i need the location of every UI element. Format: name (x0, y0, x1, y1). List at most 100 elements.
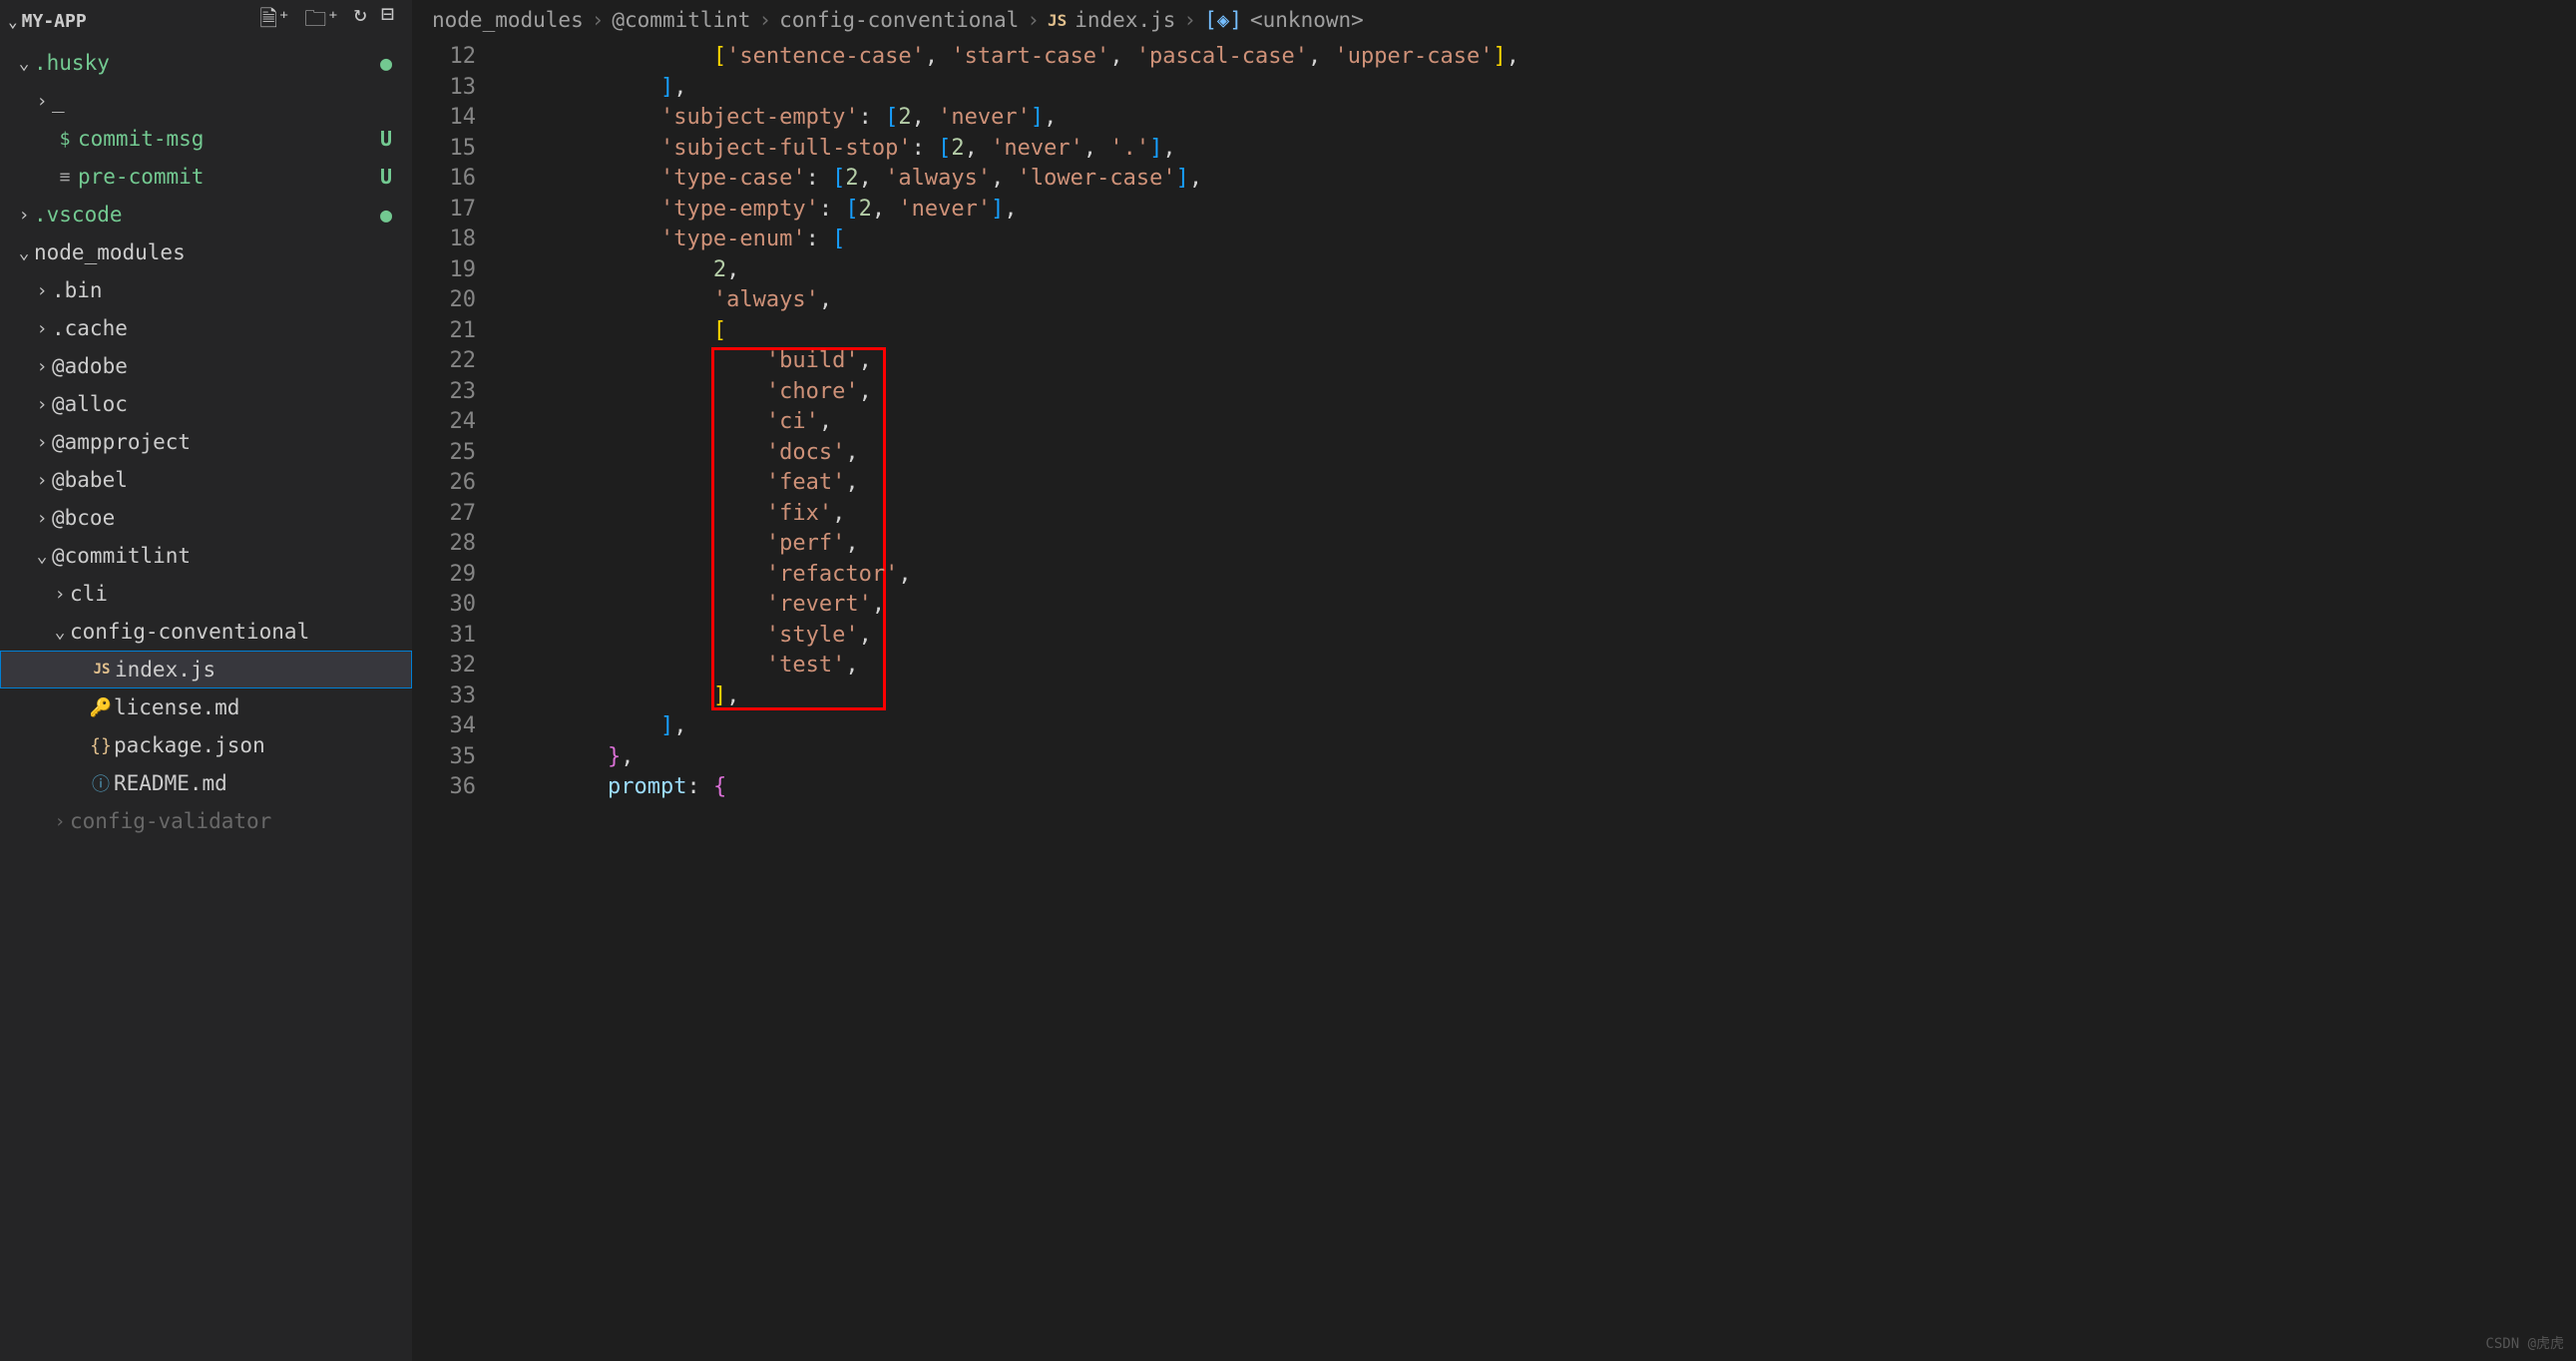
tree-item[interactable]: ›@ampproject (0, 423, 412, 461)
line-number: 31 (412, 621, 476, 652)
tree-item-label: @ampproject (52, 430, 191, 454)
file-icon: {} (88, 735, 114, 756)
tree-item-label: commit-msg (78, 127, 204, 151)
breadcrumb-symbol[interactable]: <unknown> (1250, 8, 1364, 32)
tree-item-label: package.json (114, 733, 265, 757)
tree-item[interactable]: ⌄.husky● (0, 44, 412, 82)
tree-item-label: .cache (52, 316, 128, 340)
line-number: 23 (412, 377, 476, 408)
code-line: ], (502, 711, 2576, 742)
refresh-icon[interactable]: ↻ (354, 2, 367, 40)
git-status-badge: U (380, 127, 392, 151)
code-line: 'refactor', (502, 560, 2576, 591)
tree-item-label: @alloc (52, 392, 128, 416)
code-line: ['sentence-case', 'start-case', 'pascal-… (502, 42, 2576, 73)
chevron-right-icon: › (50, 584, 70, 605)
chevron-right-icon: › (758, 8, 771, 32)
tree-item-label: _ (52, 89, 65, 113)
breadcrumb-file[interactable]: index.js (1074, 8, 1175, 32)
chevron-right-icon: › (32, 280, 52, 301)
line-number: 34 (412, 711, 476, 742)
tree-item-label: pre-commit (78, 165, 204, 189)
chevron-right-icon: › (592, 8, 605, 32)
line-number: 24 (412, 407, 476, 438)
code-line: ], (502, 681, 2576, 712)
chevron-right-icon: › (1027, 8, 1040, 32)
tree-item[interactable]: ⓘREADME.md (0, 764, 412, 802)
tree-item-label: README.md (114, 771, 227, 795)
chevron-right-icon: › (32, 470, 52, 491)
chevron-down-icon: ⌄ (32, 546, 52, 567)
line-number: 36 (412, 772, 476, 803)
chevron-right-icon: › (14, 205, 34, 226)
line-number: 20 (412, 285, 476, 316)
tree-item[interactable]: ›@bcoe (0, 499, 412, 537)
chevron-right-icon: › (1183, 8, 1196, 32)
chevron-right-icon: › (32, 91, 52, 112)
breadcrumb-part[interactable]: config-conventional (779, 8, 1019, 32)
tree-item-label: cli (70, 582, 108, 606)
tree-item[interactable]: ›.cache (0, 309, 412, 347)
chevron-right-icon: › (32, 394, 52, 415)
tree-item[interactable]: JSindex.js (0, 651, 412, 688)
tree-item-label: node_modules (34, 240, 186, 264)
tree-item[interactable]: ›.vscode● (0, 196, 412, 233)
tree-item[interactable]: ›@adobe (0, 347, 412, 385)
code-line: 'subject-full-stop': [2, 'never', '.'], (502, 134, 2576, 165)
code-line: 'type-enum': [ (502, 225, 2576, 255)
tree-item[interactable]: ⌄@commitlint (0, 537, 412, 575)
code-line: prompt: { (502, 772, 2576, 803)
line-number: 25 (412, 438, 476, 469)
tree-item[interactable]: $commit-msgU (0, 120, 412, 158)
line-number: 30 (412, 590, 476, 621)
tree-item[interactable]: ›_ (0, 82, 412, 120)
tree-item-label: config-validator (70, 809, 271, 833)
tree-item[interactable]: {}package.json (0, 726, 412, 764)
new-folder-icon[interactable]: 🗀⁺ (304, 2, 339, 40)
code-line: 'type-case': [2, 'always', 'lower-case']… (502, 164, 2576, 195)
collapse-icon[interactable]: ⊟ (381, 2, 394, 40)
breadcrumb-part[interactable]: node_modules (432, 8, 584, 32)
code-line: 'chore', (502, 377, 2576, 408)
code-line: 'always', (502, 285, 2576, 316)
chevron-right-icon: › (32, 318, 52, 339)
tree-item[interactable]: 🔑license.md (0, 688, 412, 726)
breadcrumb[interactable]: node_modules › @commitlint › config-conv… (412, 0, 2576, 40)
line-number: 26 (412, 468, 476, 499)
code-line: 'perf', (502, 529, 2576, 560)
tree-item[interactable]: ≡pre-commit U (0, 158, 412, 196)
code-line: 2, (502, 255, 2576, 286)
breadcrumb-part[interactable]: @commitlint (612, 8, 750, 32)
file-icon: ≡ (52, 167, 78, 188)
line-number: 21 (412, 316, 476, 347)
tree-item-label: index.js (115, 658, 215, 681)
tree-item-label: @bcoe (52, 506, 115, 530)
tree-item-label: .husky (34, 51, 110, 75)
explorer-header: ⌄ MY-APP 🗎⁺ 🗀⁺ ↻ ⊟ (0, 0, 412, 42)
tree-item-label: license.md (114, 695, 239, 719)
tree-item[interactable]: ›.bin (0, 271, 412, 309)
tree-item[interactable]: ›@babel (0, 461, 412, 499)
line-number: 14 (412, 103, 476, 134)
code-line: 'feat', (502, 468, 2576, 499)
code-line: 'fix', (502, 499, 2576, 530)
code-line: }, (502, 742, 2576, 773)
code-line: [ (502, 316, 2576, 347)
tree-item[interactable]: ⌄node_modules (0, 233, 412, 271)
symbol-icon: [◈] (1204, 8, 1242, 32)
line-number: 28 (412, 529, 476, 560)
project-title[interactable]: ⌄ MY-APP (8, 11, 259, 32)
code-area[interactable]: 1213141516171819202122232425262728293031… (412, 40, 2576, 1361)
tree-item[interactable]: ›@alloc (0, 385, 412, 423)
line-number: 35 (412, 742, 476, 773)
line-number: 15 (412, 134, 476, 165)
code-content[interactable]: ['sentence-case', 'start-case', 'pascal-… (502, 40, 2576, 1361)
chevron-down-icon: ⌄ (14, 242, 34, 263)
tree-item[interactable]: ›cli (0, 575, 412, 613)
tree-item[interactable]: ›config-validator (0, 802, 412, 840)
js-icon: JS (1048, 11, 1067, 30)
line-number: 29 (412, 560, 476, 591)
new-file-icon[interactable]: 🗎⁺ (259, 2, 290, 40)
tree-item[interactable]: ⌄config-conventional (0, 613, 412, 651)
git-status-badge: U (380, 165, 392, 189)
